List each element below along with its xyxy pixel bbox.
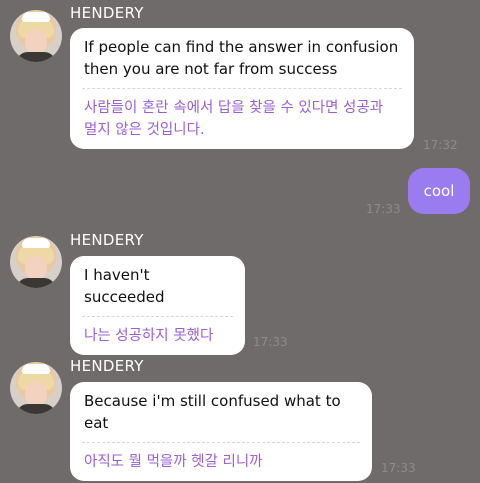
my-message-bubble[interactable]: cool [408,168,470,214]
message-text: I haven't succeeded [84,266,165,306]
timestamp: 17:33 [253,335,288,349]
timestamp: 17:32 [423,138,458,152]
avatar-cap [22,364,50,374]
avatar[interactable] [10,236,62,288]
avatar-shirt [16,278,56,288]
avatar-face [25,382,47,406]
message-text: If people can find the answer in confusi… [84,38,399,78]
avatar-face [25,30,47,54]
sender-name: HENDERY [70,231,144,249]
translation-text: 나는 성공하지 못했다 [84,328,214,344]
sender-name: HENDERY [70,357,144,375]
avatar-shirt [16,404,56,414]
timestamp: 17:33 [381,461,416,475]
avatar[interactable] [10,362,62,414]
timestamp: 17:33 [366,202,401,216]
avatar-cap [22,238,50,248]
message-bubble[interactable]: If people can find the answer in confusi… [70,28,414,149]
sender-name: HENDERY [70,4,144,22]
avatar[interactable] [10,10,62,62]
translation-text: 아직도 뭘 먹을까 헷갈 리니까 [84,454,263,470]
avatar-cap [22,12,50,22]
message-bubble[interactable]: Because i'm still confused what to eat 아… [70,382,372,481]
avatar-shirt [16,52,56,62]
message-bubble[interactable]: I haven't succeeded 나는 성공하지 못했다 [70,256,245,355]
translation-text: 사람들이 혼란 속에서 답을 찾을 수 있다면 성공과 멀지 않은 것입니다. [84,100,384,138]
avatar-face [25,256,47,280]
message-text: Because i'm still confused what to eat [84,392,341,432]
